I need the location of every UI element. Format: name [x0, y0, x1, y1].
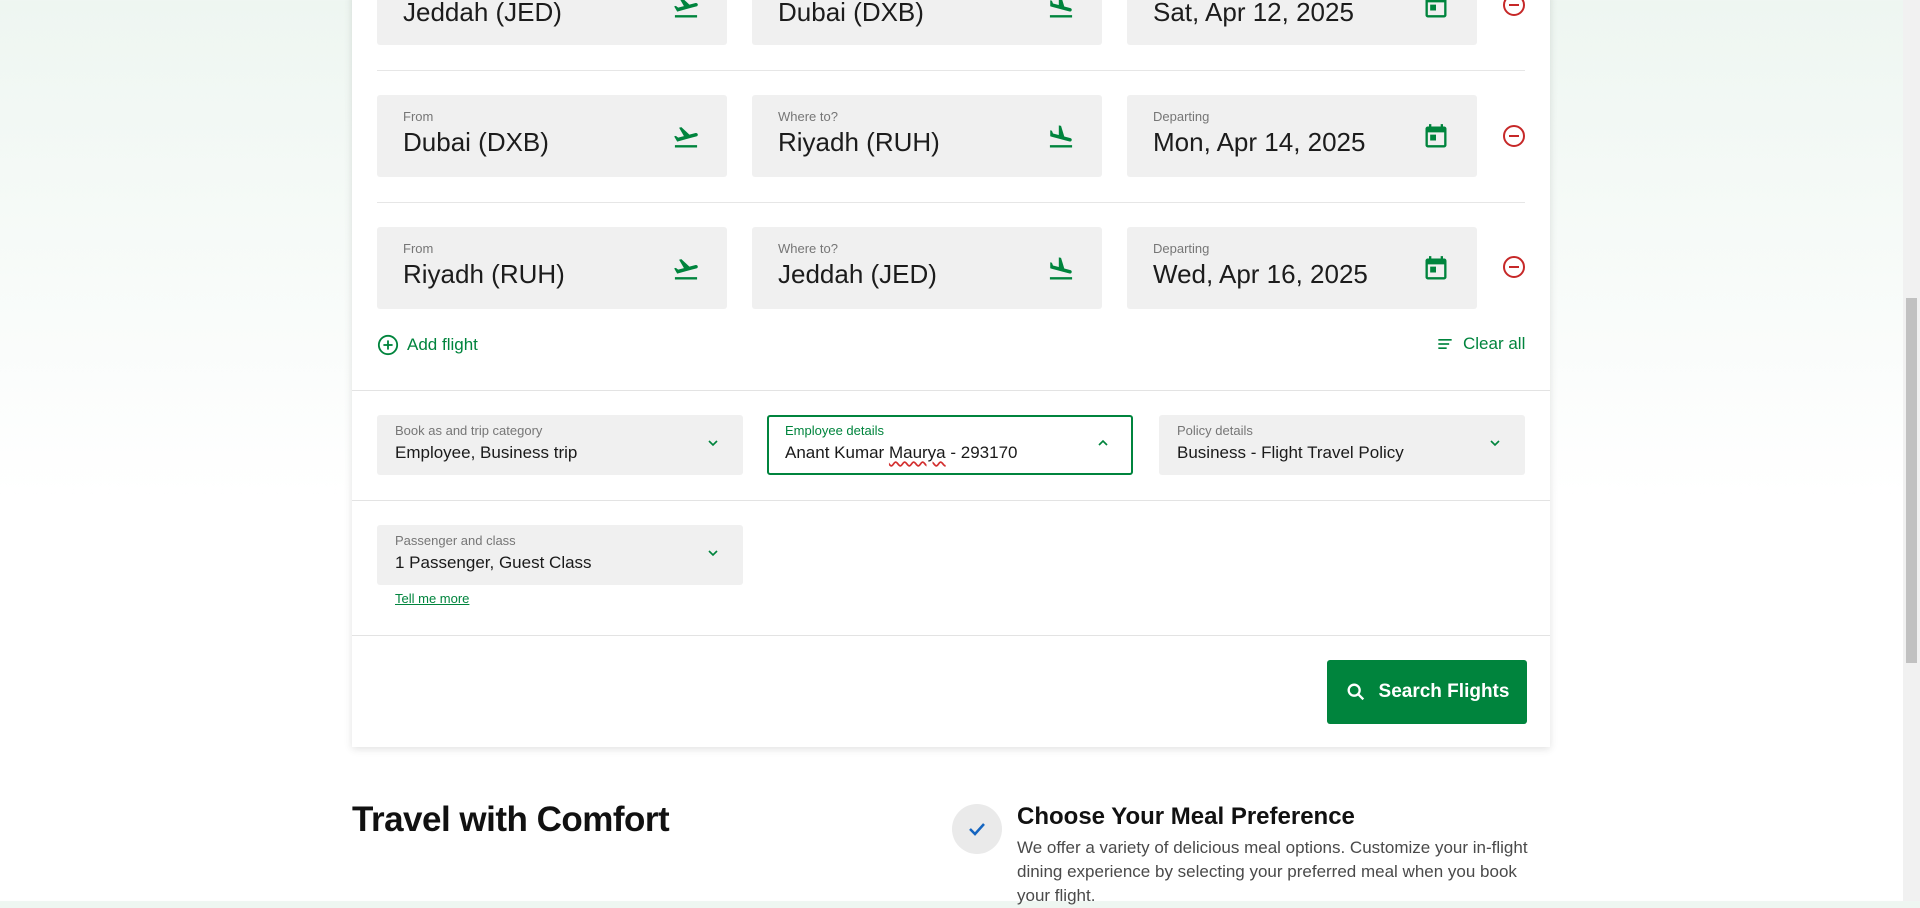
departing-date-field[interactable]: Sat, Apr 12, 2025	[1127, 0, 1477, 45]
date-value: Mon, Apr 14, 2025	[1153, 127, 1366, 157]
feature-check-badge	[952, 804, 1002, 854]
book-as-dropdown[interactable]: Book as and trip category Employee, Busi…	[377, 415, 743, 475]
scrollbar-thumb[interactable]	[1906, 298, 1917, 663]
feature-title: Choose Your Meal Preference	[1017, 803, 1355, 830]
plane-landing-icon	[1049, 0, 1073, 18]
date-value: Sat, Apr 12, 2025	[1153, 0, 1354, 27]
date-label: Departing	[1153, 109, 1210, 124]
plane-takeoff-icon	[674, 127, 698, 148]
section-divider	[352, 390, 1550, 391]
remove-flight-icon[interactable]	[1502, 255, 1526, 279]
date-value: Wed, Apr 16, 2025	[1153, 259, 1368, 289]
employee-details-dropdown[interactable]: Employee details Anant Kumar Maurya - 29…	[767, 415, 1133, 475]
remove-flight-icon[interactable]	[1502, 0, 1526, 17]
to-value: Riyadh (RUH)	[778, 127, 940, 157]
policy-details-value: Business - Flight Travel Policy	[1177, 443, 1404, 462]
date-label: Departing	[1153, 241, 1210, 256]
to-field[interactable]: Where to? Jeddah (JED)	[752, 227, 1102, 309]
add-flight-label: Add flight	[407, 335, 478, 354]
passenger-class-value: 1 Passenger, Guest Class	[395, 553, 592, 572]
from-label: From	[403, 109, 434, 124]
book-as-label: Book as and trip category	[395, 423, 543, 438]
leg-divider	[377, 70, 1525, 71]
page-scrollbar[interactable]	[1903, 0, 1920, 901]
to-field[interactable]: Dubai (DXB)	[752, 0, 1102, 45]
leg-divider	[377, 202, 1525, 203]
from-value: Riyadh (RUH)	[403, 259, 565, 289]
book-as-value: Employee, Business trip	[395, 443, 578, 462]
to-label: Where to?	[778, 241, 838, 256]
plane-landing-icon	[1049, 257, 1073, 280]
clear-all-button[interactable]: Clear all	[1435, 334, 1525, 354]
employee-id-part: - 293170	[945, 443, 1018, 462]
add-flight-button[interactable]: Add flight	[377, 334, 478, 356]
policy-details-dropdown[interactable]: Policy details Business - Flight Travel …	[1159, 415, 1525, 475]
policy-details-label: Policy details	[1177, 423, 1253, 438]
calendar-icon	[1425, 0, 1447, 18]
tell-me-more-link[interactable]: Tell me more	[395, 591, 469, 606]
departing-date-field[interactable]: Departing Wed, Apr 16, 2025	[1127, 227, 1477, 309]
section-title: Travel with Comfort	[352, 800, 670, 839]
remove-flight-icon[interactable]	[1502, 124, 1526, 148]
plane-takeoff-icon	[674, 259, 698, 280]
employee-details-value[interactable]: Anant Kumar Maurya - 293170	[785, 443, 1017, 463]
search-flights-button[interactable]: Search Flights	[1327, 660, 1527, 724]
section-divider	[352, 635, 1550, 636]
from-field[interactable]: From Dubai (DXB)	[377, 95, 727, 177]
section-divider	[352, 500, 1550, 501]
to-field[interactable]: Where to? Riyadh (RUH)	[752, 95, 1102, 177]
to-label: Where to?	[778, 109, 838, 124]
chevron-down-icon	[1490, 440, 1500, 447]
plane-takeoff-icon	[674, 0, 698, 18]
passenger-class-dropdown[interactable]: Passenger and class 1 Passenger, Guest C…	[377, 525, 743, 585]
plus-circle-icon	[377, 334, 399, 356]
clear-lines-icon	[1438, 339, 1452, 349]
calendar-icon	[1425, 256, 1447, 280]
plane-landing-icon	[1049, 125, 1073, 148]
search-icon	[1347, 683, 1364, 701]
from-field[interactable]: From Riyadh (RUH)	[377, 227, 727, 309]
search-flights-label: Search Flights	[1378, 681, 1510, 702]
to-value: Jeddah (JED)	[778, 259, 937, 289]
chevron-up-icon	[1098, 439, 1108, 446]
to-value: Dubai (DXB)	[778, 0, 924, 27]
calendar-icon	[1425, 124, 1447, 148]
chevron-down-icon	[708, 440, 718, 447]
from-value: Jeddah (JED)	[403, 0, 562, 27]
clear-all-label: Clear all	[1463, 334, 1526, 353]
feature-description: We offer a variety of delicious meal opt…	[1017, 838, 1528, 905]
employee-name-misspelled: Maurya	[888, 443, 946, 462]
employee-name-part: Anant Kumar	[785, 443, 889, 462]
passenger-class-label: Passenger and class	[395, 533, 516, 548]
from-label: From	[403, 241, 434, 256]
from-value: Dubai (DXB)	[403, 127, 549, 157]
departing-date-field[interactable]: Departing Mon, Apr 14, 2025	[1127, 95, 1477, 177]
employee-details-label: Employee details	[785, 423, 884, 438]
chevron-down-icon	[708, 550, 718, 557]
from-field[interactable]: Jeddah (JED)	[377, 0, 727, 45]
check-icon	[969, 823, 985, 836]
